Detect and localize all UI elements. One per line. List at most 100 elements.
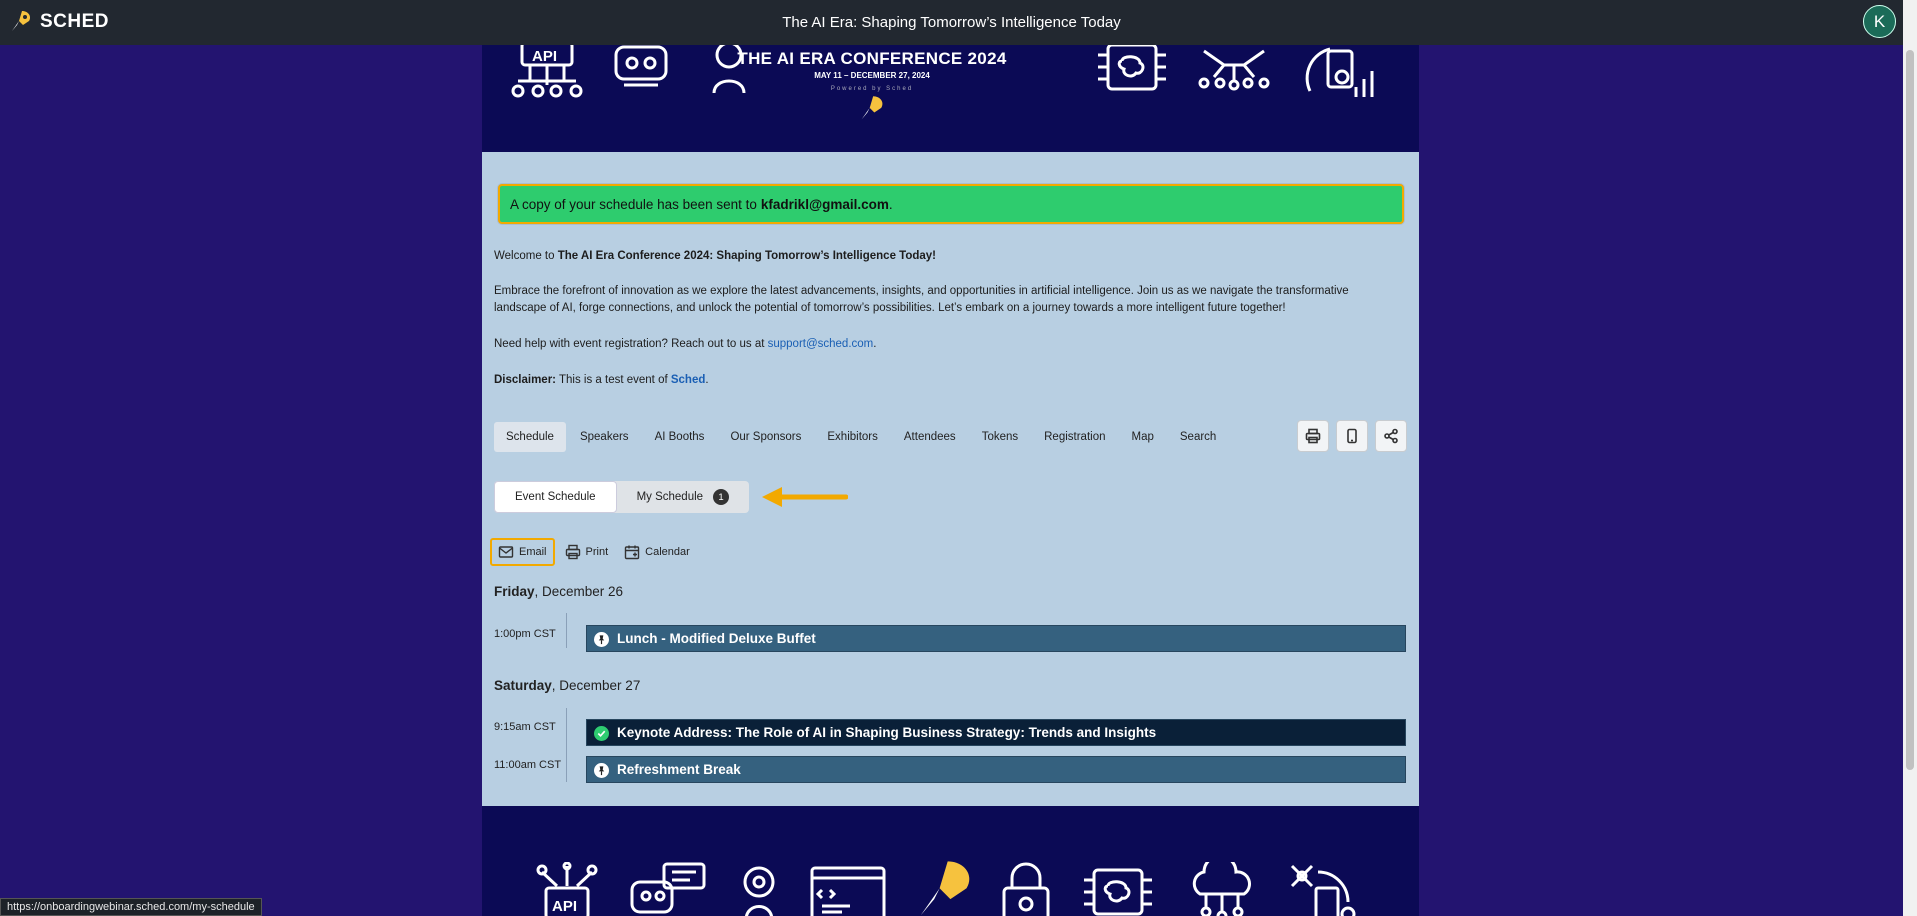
event-schedule-tab[interactable]: Event Schedule bbox=[494, 481, 617, 513]
annotation-arrow-icon bbox=[762, 487, 848, 507]
nav-registration[interactable]: Registration bbox=[1032, 422, 1117, 452]
day-weekday: Saturday bbox=[494, 678, 552, 693]
disclaimer-suffix: . bbox=[705, 374, 709, 386]
schedule-toggle: Event Schedule My Schedule 1 bbox=[494, 481, 750, 513]
event-nav: Schedule Speakers AI Booths Our Sponsors… bbox=[494, 422, 1228, 452]
day-date: , December 26 bbox=[534, 584, 624, 599]
session-title: Keynote Address: The Role of AI in Shapi… bbox=[617, 725, 1157, 740]
calendar-button[interactable]: Calendar bbox=[618, 540, 696, 564]
nav-search[interactable]: Search bbox=[1168, 422, 1228, 452]
check-icon bbox=[594, 726, 609, 741]
flash-suffix: . bbox=[888, 196, 893, 212]
scrollbar-thumb[interactable] bbox=[1906, 50, 1914, 770]
conference-title: THE AI ERA CONFERENCE 2024 bbox=[737, 49, 1007, 68]
page-scrollbar[interactable] bbox=[1903, 0, 1917, 916]
powered-by: Powered by Sched bbox=[830, 86, 914, 92]
logo-text: SCHED bbox=[40, 11, 110, 32]
analytics-gear-icon bbox=[1305, 47, 1374, 97]
svg-text:API: API bbox=[552, 898, 577, 915]
help-line: Need help with event registration? Reach… bbox=[494, 336, 1404, 353]
day-weekday: Friday bbox=[494, 584, 535, 599]
email-button[interactable]: Email bbox=[490, 538, 555, 566]
android-icon bbox=[743, 866, 775, 916]
sched-mark-icon bbox=[920, 861, 970, 916]
nav-our-sponsors[interactable]: Our Sponsors bbox=[718, 422, 813, 452]
welcome-event-name: The AI Era Conference 2024: Shaping Tomo… bbox=[557, 250, 937, 262]
flash-email: kfadrikl@gmail.com bbox=[760, 196, 889, 212]
envelope-icon bbox=[498, 546, 514, 558]
api-icon: API bbox=[511, 45, 583, 98]
cloud-network-icon bbox=[1192, 862, 1251, 916]
print-label: Print bbox=[585, 546, 609, 558]
help-suffix: . bbox=[873, 338, 877, 350]
main-panel: A copy of your schedule has been sent to… bbox=[482, 152, 1419, 806]
print-icon bbox=[1305, 428, 1321, 444]
svg-text:API: API bbox=[532, 48, 557, 65]
nav-ai-booths[interactable]: AI Booths bbox=[643, 422, 717, 452]
sched-mark-icon bbox=[861, 96, 883, 120]
event-banner-top: API THE AI ERA CONFERENCE 2024 MAY 11 – … bbox=[482, 45, 1419, 152]
disclaimer-line: Disclaimer: This is a test event of Sche… bbox=[494, 372, 1404, 389]
event-banner-bottom: API bbox=[482, 806, 1419, 916]
share-icon bbox=[1384, 428, 1398, 444]
printer-icon bbox=[565, 544, 580, 560]
conference-dates: MAY 11 – DECEMBER 27, 2024 bbox=[814, 71, 930, 80]
calendar-icon bbox=[624, 545, 640, 560]
mobile-icon bbox=[1347, 428, 1357, 444]
nav-attendees[interactable]: Attendees bbox=[892, 422, 968, 452]
share-button[interactable] bbox=[1375, 420, 1407, 452]
day-heading: Friday, December 26 bbox=[494, 584, 623, 599]
session-refreshment-break[interactable]: Refreshment Break bbox=[586, 756, 1406, 783]
session-title: Lunch - Modified Deluxe Buffet bbox=[617, 631, 816, 646]
nav-tokens[interactable]: Tokens bbox=[970, 422, 1030, 452]
lock-icon bbox=[1002, 862, 1050, 916]
nav-exhibitors[interactable]: Exhibitors bbox=[815, 422, 890, 452]
nav-speakers[interactable]: Speakers bbox=[568, 422, 641, 452]
chatbot-icon bbox=[630, 862, 706, 914]
nav-map[interactable]: Map bbox=[1120, 422, 1166, 452]
my-schedule-tab[interactable]: My Schedule 1 bbox=[617, 481, 749, 513]
disclaimer-label: Disclaimer: bbox=[494, 374, 557, 386]
print-schedule-button[interactable]: Print bbox=[559, 540, 615, 564]
sched-logo[interactable]: SCHED bbox=[8, 9, 109, 35]
pin-icon bbox=[594, 632, 609, 647]
session-time: 11:00am CST bbox=[494, 759, 562, 771]
success-flash-message: A copy of your schedule has been sent to… bbox=[498, 184, 1404, 224]
session-title: Refreshment Break bbox=[617, 762, 741, 777]
welcome-prefix: Welcome to bbox=[494, 250, 558, 262]
intro-paragraph: Embrace the forefront of innovation as w… bbox=[494, 285, 1349, 314]
nav-tools bbox=[1297, 420, 1407, 452]
day-heading: Saturday, December 27 bbox=[494, 678, 640, 693]
robot-icon bbox=[614, 45, 668, 87]
api-icon: API bbox=[536, 862, 598, 916]
schedule-actions: Email Print Calendar bbox=[490, 538, 696, 566]
session-lunch[interactable]: Lunch - Modified Deluxe Buffet bbox=[586, 625, 1406, 652]
pin-icon bbox=[594, 763, 609, 778]
email-label: Email bbox=[519, 546, 547, 558]
calendar-label: Calendar bbox=[645, 546, 690, 558]
session-keynote[interactable]: Keynote Address: The Role of AI in Shapi… bbox=[586, 719, 1406, 746]
nav-schedule[interactable]: Schedule bbox=[494, 422, 566, 452]
conference-title-block: THE AI ERA CONFERENCE 2024 MAY 11 – DECE… bbox=[732, 49, 1012, 129]
circuit-icon bbox=[1198, 49, 1270, 91]
user-avatar[interactable]: K bbox=[1863, 5, 1896, 38]
page-title: The AI Era: Shaping Tomorrow’s Intellige… bbox=[782, 14, 1121, 31]
flash-text: A copy of your schedule has been sent to bbox=[510, 196, 757, 212]
print-button[interactable] bbox=[1297, 420, 1329, 452]
session-time: 1:00pm CST bbox=[494, 628, 556, 640]
brain-chip-icon bbox=[1098, 45, 1166, 91]
timeline-divider bbox=[566, 708, 567, 782]
timeline-divider bbox=[566, 613, 567, 648]
brain-chip-icon bbox=[1084, 868, 1152, 916]
top-bar: SCHED The AI Era: Shaping Tomorrow’s Int… bbox=[0, 0, 1903, 45]
help-prefix: Need help with event registration? Reach… bbox=[494, 338, 768, 350]
ai-settings-icon bbox=[1290, 864, 1356, 916]
session-time: 9:15am CST bbox=[494, 721, 556, 733]
support-email-link[interactable]: support@sched.com bbox=[768, 338, 874, 350]
welcome-line: Welcome to The AI Era Conference 2024: S… bbox=[494, 248, 1404, 265]
my-schedule-label: My Schedule bbox=[636, 491, 704, 503]
mobile-button[interactable] bbox=[1336, 420, 1368, 452]
my-schedule-count-badge: 1 bbox=[713, 489, 730, 505]
sched-link[interactable]: Sched bbox=[671, 374, 706, 386]
day-date: , December 27 bbox=[551, 678, 641, 693]
